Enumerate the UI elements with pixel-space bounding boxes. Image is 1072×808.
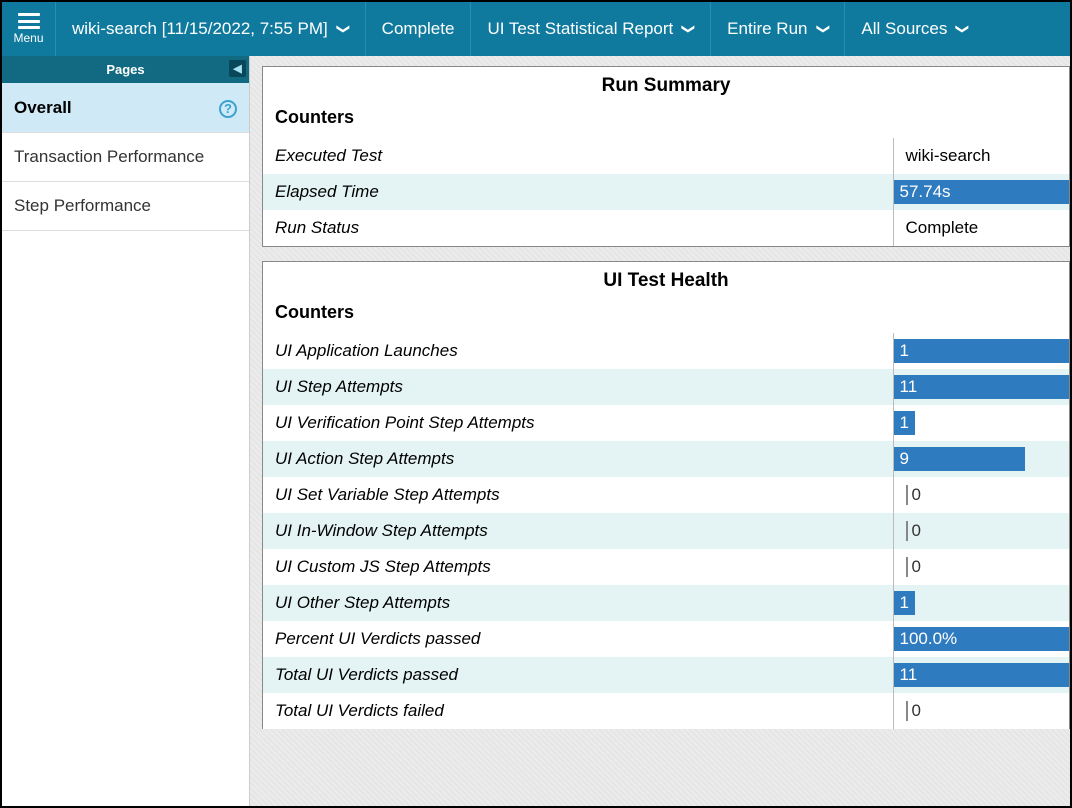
row-label: UI Custom JS Step Attempts (263, 549, 893, 585)
table-row: UI Custom JS Step Attempts 0 (263, 549, 1069, 585)
row-label: Elapsed Time (263, 174, 893, 210)
content-area[interactable]: Run Summary Counters Executed Testwiki-s… (250, 56, 1070, 806)
app-body: Pages ◀ Overall? Transaction Performance S… (2, 56, 1070, 806)
toolbar-item-label: Entire Run (727, 19, 807, 39)
chevron-down-icon: ❯ (681, 24, 697, 35)
table-row: Run StatusComplete (263, 210, 1069, 246)
zero-value: 0 (906, 557, 1058, 577)
help-icon[interactable]: ? (219, 97, 237, 118)
table-row: UI Step Attempts11 (263, 369, 1069, 405)
toolbar-item-0[interactable]: wiki-search [11/15/2022, 7:55 PM] ❯ (56, 2, 366, 56)
sidebar-items: Overall? Transaction Performance Step Perf… (2, 83, 249, 231)
sidebar-item-transaction-performance[interactable]: Transaction Performance (2, 133, 249, 182)
toolbar-item-3[interactable]: Entire Run ❯ (711, 2, 845, 56)
panel-title: UI Test Health (263, 262, 1069, 296)
bar-value-text: 11 (894, 377, 918, 397)
sidebar-header: Pages ◀ (2, 56, 249, 83)
row-value: 0 (893, 477, 1069, 513)
bar-value-text: 1 (894, 593, 909, 613)
zero-value: 0 (906, 701, 1058, 721)
sidebar-item-overall[interactable]: Overall? (2, 83, 249, 133)
toolbar-item-label: wiki-search [11/15/2022, 7:55 PM] (72, 19, 328, 39)
bar-value-text: 1 (894, 341, 909, 361)
row-value: 9 (893, 441, 1069, 477)
table-row: UI Action Step Attempts9 (263, 441, 1069, 477)
row-value: 0 (893, 513, 1069, 549)
row-value: 57.74s (893, 174, 1069, 210)
bar-value-text: 1 (894, 413, 909, 433)
zero-value: 0 (906, 521, 1058, 541)
toolbar-items: wiki-search [11/15/2022, 7:55 PM] ❯ Comple… (56, 2, 1070, 56)
row-label: Total UI Verdicts failed (263, 693, 893, 729)
toolbar-item-label: Complete (382, 19, 455, 39)
menu-button[interactable]: Menu (2, 2, 56, 56)
chevron-left-icon: ◀ (233, 62, 241, 75)
bar-value-text: 11 (894, 665, 918, 685)
bar-value-text: 100.0% (894, 629, 958, 649)
toolbar-item-1[interactable]: Complete (366, 2, 472, 56)
table-row: UI Application Launches1 (263, 333, 1069, 369)
sidebar-item-step-performance[interactable]: Step Performance (2, 182, 249, 231)
row-label: UI Step Attempts (263, 369, 893, 405)
menu-label: Menu (13, 31, 43, 45)
sidebar-item-label: Transaction Performance (14, 147, 204, 167)
toolbar-item-label: UI Test Statistical Report (487, 19, 673, 39)
table-row: Executed Testwiki-search (263, 138, 1069, 174)
row-label: Percent UI Verdicts passed (263, 621, 893, 657)
table-row: Total UI Verdicts failed 0 (263, 693, 1069, 729)
row-value: 11 (893, 369, 1069, 405)
row-label: Run Status (263, 210, 893, 246)
sidebar-collapse-button[interactable]: ◀ (229, 60, 246, 77)
table-row: Percent UI Verdicts passed100.0% (263, 621, 1069, 657)
toolbar-item-label: All Sources (861, 19, 947, 39)
sidebar-title: Pages (106, 62, 144, 77)
bar-value-text: 57.74s (894, 182, 951, 202)
table-row: UI Verification Point Step Attempts1 (263, 405, 1069, 441)
panel-run-summary: Run Summary Counters Executed Testwiki-s… (262, 66, 1070, 247)
row-label: UI Application Launches (263, 333, 893, 369)
top-toolbar: Menu wiki-search [11/15/2022, 7:55 PM] ❯ C… (2, 2, 1070, 56)
table-row: UI Other Step Attempts1 (263, 585, 1069, 621)
ui-test-health-table: UI Application Launches1UI Step Attempts… (263, 333, 1069, 729)
panel-subtitle: Counters (263, 296, 1069, 333)
app-window: Menu wiki-search [11/15/2022, 7:55 PM] ❯ C… (0, 0, 1072, 808)
chevron-down-icon: ❯ (335, 24, 351, 35)
toolbar-item-2[interactable]: UI Test Statistical Report ❯ (471, 2, 711, 56)
toolbar-item-4[interactable]: All Sources ❯ (845, 2, 984, 56)
row-value: 11 (893, 657, 1069, 693)
panel-subtitle: Counters (263, 101, 1069, 138)
table-row: Total UI Verdicts passed11 (263, 657, 1069, 693)
chevron-down-icon: ❯ (955, 24, 971, 35)
row-label: UI In-Window Step Attempts (263, 513, 893, 549)
bar-value-text: 9 (894, 449, 909, 469)
row-value: 1 (893, 405, 1069, 441)
row-label: UI Verification Point Step Attempts (263, 405, 893, 441)
row-value: 1 (893, 333, 1069, 369)
row-value: wiki-search (893, 138, 1069, 174)
row-value: 100.0% (893, 621, 1069, 657)
zero-value: 0 (906, 485, 1058, 505)
panel-title: Run Summary (263, 67, 1069, 101)
row-label: Total UI Verdicts passed (263, 657, 893, 693)
row-label: Executed Test (263, 138, 893, 174)
sidebar-item-label: Overall (14, 98, 72, 118)
table-row: Elapsed Time57.74s (263, 174, 1069, 210)
hamburger-icon (18, 13, 40, 29)
row-label: UI Set Variable Step Attempts (263, 477, 893, 513)
row-value: 0 (893, 549, 1069, 585)
sidebar: Pages ◀ Overall? Transaction Performance S… (2, 56, 250, 806)
row-label: UI Action Step Attempts (263, 441, 893, 477)
row-value: Complete (893, 210, 1069, 246)
row-label: UI Other Step Attempts (263, 585, 893, 621)
table-row: UI Set Variable Step Attempts 0 (263, 477, 1069, 513)
chevron-down-icon: ❯ (815, 24, 831, 35)
row-value: 0 (893, 693, 1069, 729)
panel-ui-test-health: UI Test Health Counters UI Application L… (262, 261, 1070, 729)
table-row: UI In-Window Step Attempts 0 (263, 513, 1069, 549)
run-summary-table: Executed Testwiki-searchElapsed Time57.7… (263, 138, 1069, 246)
row-value: 1 (893, 585, 1069, 621)
sidebar-item-label: Step Performance (14, 196, 151, 216)
